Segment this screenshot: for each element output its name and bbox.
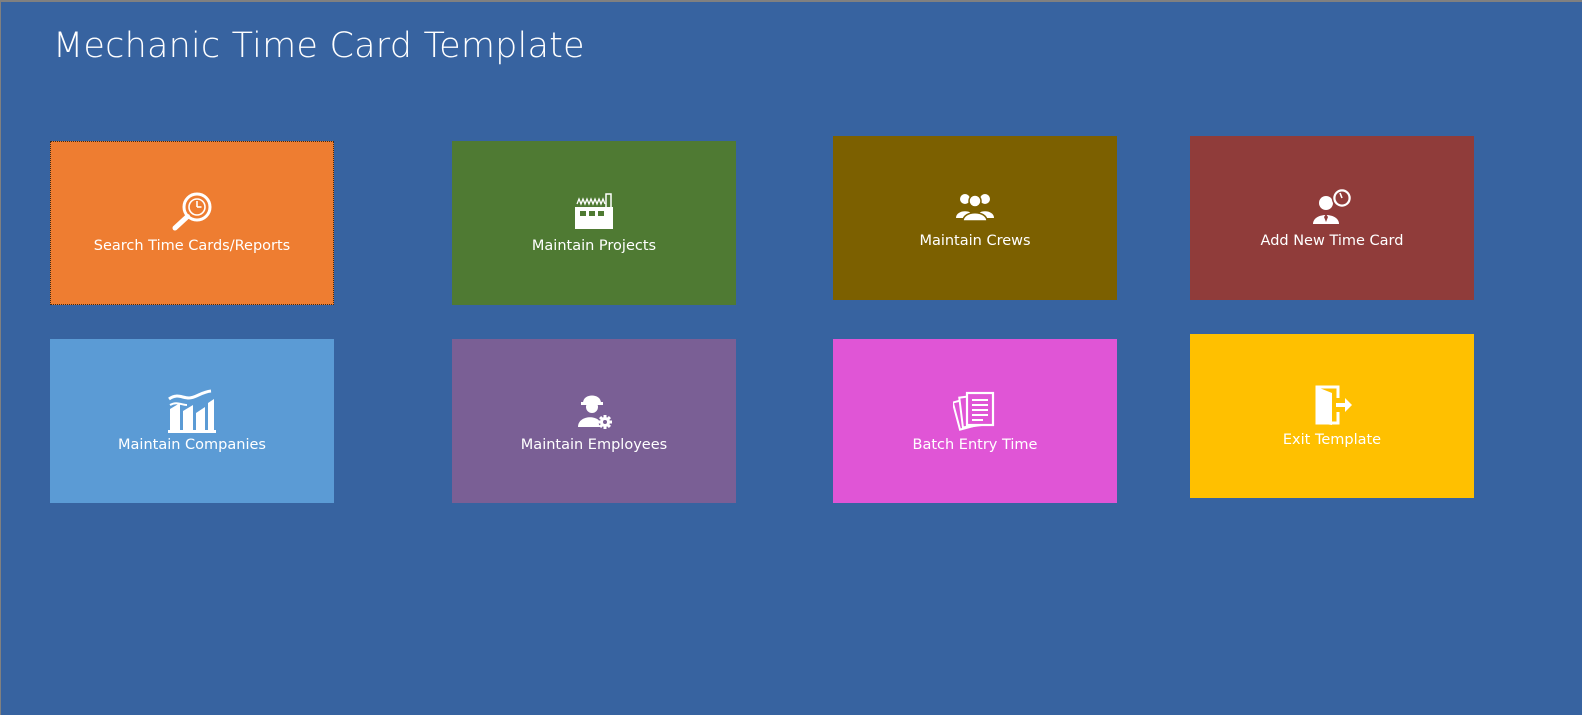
batch-entry-time-button[interactable]: Batch Entry Time: [833, 339, 1117, 503]
add-new-time-card-button[interactable]: Add New Time Card: [1190, 136, 1474, 300]
worker-gear-icon: [578, 395, 612, 429]
exit-door-icon: [1315, 385, 1352, 425]
maintain-projects-button[interactable]: Maintain Projects: [452, 141, 736, 305]
exit-template-button[interactable]: Exit Template: [1190, 334, 1474, 498]
factory-icon: [575, 193, 613, 229]
maintain-companies-button[interactable]: Maintain Companies: [50, 339, 334, 503]
person-clock-icon: [1313, 187, 1353, 224]
tile-label: Maintain Projects: [531, 238, 657, 254]
crew-group-icon: [956, 194, 994, 222]
search-time-cards-button[interactable]: Search Time Cards/Reports: [50, 141, 334, 305]
main-window: Mechanic Time Card Template Search Time …: [1, 2, 1582, 715]
maintain-employees-button[interactable]: Maintain Employees: [452, 339, 736, 503]
search-clock-icon: [172, 192, 212, 231]
page-title: Mechanic Time Card Template: [53, 26, 585, 66]
tile-label: Maintain Companies: [118, 437, 266, 453]
tile-label: Search Time Cards/Reports: [93, 238, 291, 254]
tile-label: Exit Template: [1282, 432, 1382, 448]
maintain-crews-button[interactable]: Maintain Crews: [833, 136, 1117, 300]
documents-icon: [953, 391, 995, 431]
tile-label: Maintain Crews: [919, 233, 1031, 249]
tile-label: Add New Time Card: [1260, 233, 1404, 249]
company-building-icon: [168, 389, 216, 433]
tile-label: Maintain Employees: [520, 437, 668, 453]
tile-label: Batch Entry Time: [912, 437, 1038, 453]
